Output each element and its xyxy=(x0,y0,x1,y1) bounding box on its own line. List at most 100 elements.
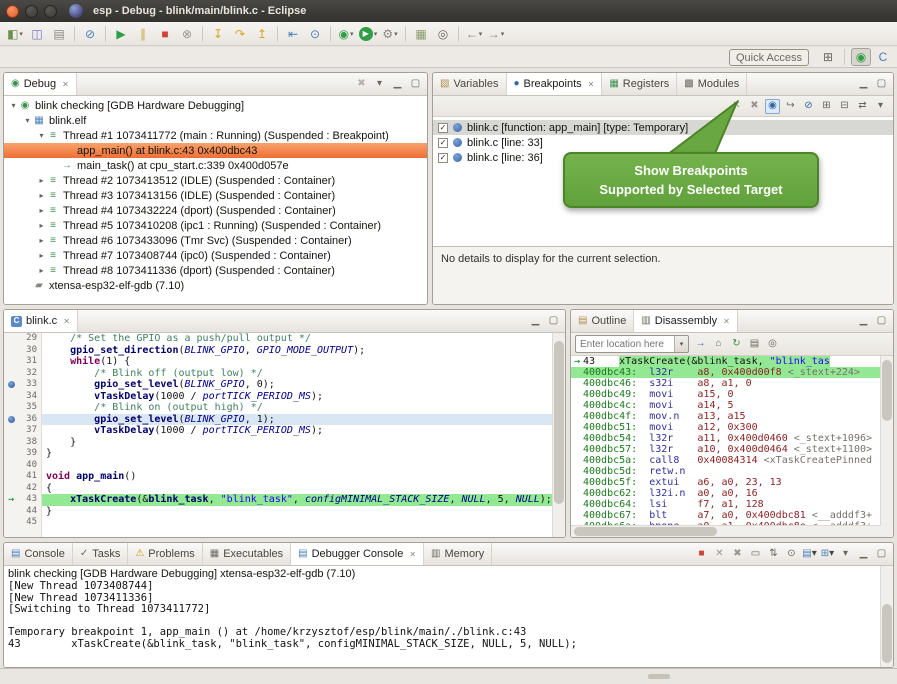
skip-all-breakpoints-icon[interactable]: ⊘ xyxy=(80,24,100,44)
debug-tree-row[interactable]: ▾≡Thread #1 1073411772 (main : Running) … xyxy=(4,128,427,143)
tree-expander-icon[interactable]: ▾ xyxy=(8,101,19,110)
console-output[interactable]: blink checking [GDB Hardware Debugging] … xyxy=(4,566,893,667)
debug-tree-row[interactable]: ▸≡Thread #4 1073432224 (dport) (Suspende… xyxy=(4,203,427,218)
debug-tree-row[interactable]: ▸≡Thread #5 1073410208 (ipc1 : Running) … xyxy=(4,218,427,233)
debug-tree-row[interactable]: ▸≡Thread #7 1073408744 (ipc0) (Suspended… xyxy=(4,248,427,263)
close-tab-icon[interactable]: ✕ xyxy=(723,317,730,326)
combo-dropdown-icon[interactable]: ▾ xyxy=(674,336,688,352)
maximize-icon[interactable]: ▢ xyxy=(874,314,889,329)
resume-icon[interactable]: ▶ xyxy=(111,24,131,44)
tree-expander-icon[interactable]: ▸ xyxy=(36,221,47,230)
debug-tree-row[interactable]: ▸≡Thread #8 1073411336 (dport) (Suspende… xyxy=(4,263,427,278)
tab-registers[interactable]: ▦Registers xyxy=(602,73,677,95)
code-line[interactable]: 34 vTaskDelay(1000 / portTICK_PERIOD_MS)… xyxy=(4,391,565,403)
remove-all-launches-icon[interactable]: ✖ xyxy=(730,547,745,562)
scrollbar-thumb[interactable] xyxy=(574,527,717,536)
refresh-icon[interactable]: ↻ xyxy=(729,337,744,352)
remove-launch-icon[interactable]: ✕ xyxy=(712,547,727,562)
forward-icon[interactable]: →▾ xyxy=(486,24,506,44)
window-close-button[interactable] xyxy=(6,5,19,18)
location-combo[interactable]: ▾ xyxy=(575,335,689,353)
debug-tree-row[interactable]: ▰xtensa-esp32-elf-gdb (7.10) xyxy=(4,278,427,293)
console-vertical-scrollbar[interactable] xyxy=(880,566,893,667)
tree-expander-icon[interactable]: ▸ xyxy=(36,176,47,185)
tab-debugger-console[interactable]: ▤Debugger Console✕ xyxy=(291,543,424,565)
maximize-icon[interactable]: ▢ xyxy=(874,547,889,562)
open-console-icon[interactable]: ⊞▾ xyxy=(820,547,835,562)
pin-console-icon[interactable]: ⊙ xyxy=(784,547,799,562)
code-line[interactable]: 37 vTaskDelay(1000 / portTICK_PERIOD_MS)… xyxy=(4,425,565,437)
disassembly-row[interactable]: 400dbc57: l32r a10, 0x400d0464 <_stext+1… xyxy=(571,444,893,455)
disassembly-row[interactable]: 400dbc5f: extui a6, a0, 23, 13 xyxy=(571,477,893,488)
step-over-icon[interactable]: ↷ xyxy=(230,24,250,44)
tree-expander-icon[interactable]: ▸ xyxy=(36,266,47,275)
home-icon[interactable]: ⌂ xyxy=(711,337,726,352)
cpp-perspective-button[interactable]: C xyxy=(873,48,893,66)
maximize-icon[interactable]: ▢ xyxy=(874,77,889,92)
track-expression-icon[interactable]: ◎ xyxy=(765,337,780,352)
code-line[interactable]: 44} xyxy=(4,506,565,518)
disassembly-row[interactable]: 400dbc5d: retw.n xyxy=(571,466,893,477)
disassembly-row[interactable]: 400dbc62: l32i.n a0, a0, 16 xyxy=(571,488,893,499)
quick-access-button[interactable]: Quick Access xyxy=(729,49,809,66)
disassembly-row[interactable]: 400dbc54: l32r a11, 0x400d0460 <_stext+1… xyxy=(571,433,893,444)
code-editor[interactable]: 29 /* Set the GPIO as a push/pull output… xyxy=(4,333,565,537)
instruction-pointer-icon[interactable]: → xyxy=(4,494,18,506)
view-menu-icon[interactable]: ▾ xyxy=(372,77,387,92)
debug-perspective-button[interactable]: ◉ xyxy=(851,48,871,66)
debug-tree-row[interactable]: ▸≡Thread #3 1073413156 (IDLE) (Suspended… xyxy=(4,188,427,203)
code-line[interactable]: 31 while(1) { xyxy=(4,356,565,368)
disassembly-row[interactable]: 400dbc49: movi a15, 0 xyxy=(571,389,893,400)
disassembly-row[interactable]: 400dbc5a: call8 0x40084314 <xTaskCreateP… xyxy=(571,455,893,466)
breakpoint-checkbox[interactable]: ✓ xyxy=(438,123,448,133)
build-all-icon[interactable]: ▦ xyxy=(411,24,431,44)
debug-tree-row[interactable]: ▸≡Thread #2 1073413512 (IDLE) (Suspended… xyxy=(4,173,427,188)
minimize-icon[interactable]: ▁ xyxy=(856,77,871,92)
debug-tree-row[interactable]: →app_main() at blink.c:43 0x400dbc43 xyxy=(4,143,427,158)
code-line[interactable]: 33 gpio_set_level(BLINK_GPIO, 0); xyxy=(4,379,565,391)
disassembly-row[interactable]: 400dbc67: blt a7, a0, 0x400dbc81 <__addd… xyxy=(571,510,893,521)
tab-console[interactable]: ▤Console xyxy=(4,543,73,565)
debug-dropdown-icon[interactable]: ◉▾ xyxy=(336,24,356,44)
tab-disassembly[interactable]: ▥Disassembly✕ xyxy=(634,310,738,332)
minimize-icon[interactable]: ▁ xyxy=(390,77,405,92)
search-icon[interactable]: ◎ xyxy=(433,24,453,44)
tree-expander-icon[interactable]: ▸ xyxy=(36,236,47,245)
disassembly-view[interactable]: →43 xTaskCreate(&blink_task, "blink_tas 4… xyxy=(571,356,893,537)
window-minimize-button[interactable] xyxy=(25,5,38,18)
scrollbar-thumb[interactable] xyxy=(882,360,892,422)
code-line[interactable]: 30 gpio_set_direction(BLINK_GPIO, GPIO_M… xyxy=(4,345,565,357)
code-line[interactable]: →43 xTaskCreate(&blink_task, "blink_task… xyxy=(4,494,565,506)
clear-console-icon[interactable]: ▭ xyxy=(748,547,763,562)
goto-address-icon[interactable]: → xyxy=(693,337,708,352)
disassembly-row[interactable]: →43 xTaskCreate(&blink_task, "blink_tas xyxy=(571,356,893,367)
tree-expander-icon[interactable]: ▾ xyxy=(22,116,33,125)
tree-expander-icon[interactable]: ▾ xyxy=(36,131,47,140)
tree-expander-icon[interactable]: ▸ xyxy=(36,191,47,200)
tree-expander-icon[interactable]: ▸ xyxy=(36,206,47,215)
instruction-stepping-icon[interactable]: ⊙ xyxy=(305,24,325,44)
disconnect-icon[interactable]: ⊗ xyxy=(177,24,197,44)
tab-variables[interactable]: ▧Variables xyxy=(433,73,507,95)
tab-memory[interactable]: ▥Memory xyxy=(424,543,492,565)
breakpoint-marker[interactable] xyxy=(4,414,18,426)
breakpoint-checkbox[interactable]: ✓ xyxy=(438,153,448,163)
suspend-icon[interactable]: ∥ xyxy=(133,24,153,44)
new-wizard-icon[interactable]: ◧▾ xyxy=(5,24,25,44)
code-line[interactable]: 38 } xyxy=(4,437,565,449)
step-return-icon[interactable]: ↥ xyxy=(252,24,272,44)
minimize-icon[interactable]: ▁ xyxy=(856,314,871,329)
tab-breakpoints[interactable]: ●Breakpoints✕ xyxy=(507,73,603,95)
tab-executables[interactable]: ▦Executables xyxy=(203,543,291,565)
maximize-icon[interactable]: ▢ xyxy=(408,77,423,92)
code-line[interactable]: 42{ xyxy=(4,483,565,495)
breakpoint-checkbox[interactable]: ✓ xyxy=(438,138,448,148)
disassembly-row[interactable]: 400dbc51: movi a12, 0x300 xyxy=(571,422,893,433)
disassembly-row[interactable]: 400dbc46: s32i a8, a1, 0 xyxy=(571,378,893,389)
terminate-icon[interactable]: ■ xyxy=(694,547,709,562)
tab-debug[interactable]: ◉Debug✕ xyxy=(4,73,77,95)
code-line[interactable]: 29 /* Set the GPIO as a push/pull output… xyxy=(4,333,565,345)
code-line[interactable]: 39} xyxy=(4,448,565,460)
close-tab-icon[interactable]: ✕ xyxy=(62,80,69,89)
save-icon[interactable]: ◫ xyxy=(27,24,47,44)
